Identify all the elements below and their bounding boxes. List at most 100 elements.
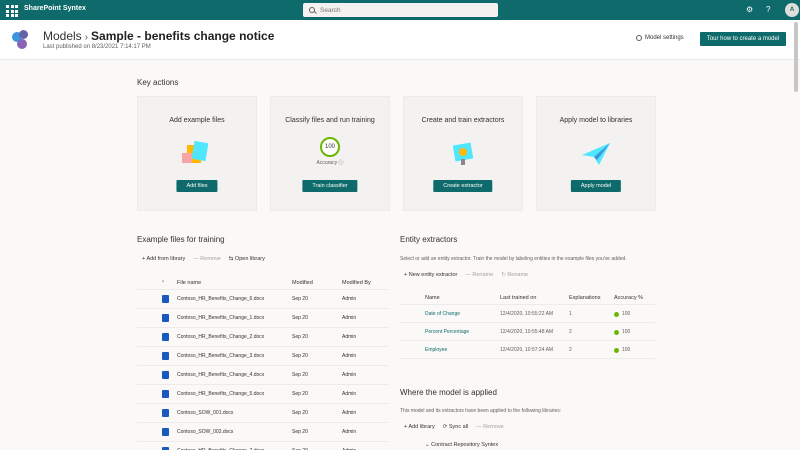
table-row[interactable]: Contoso_HR_Benefits_Change_6.docx Sep 20 A… — [137, 290, 389, 309]
file-name[interactable]: Contoso_HR_Benefits_Change_5.docx — [177, 391, 264, 397]
rename-button-2[interactable]: ↻ Rename — [501, 272, 528, 278]
file-modified: Sep 20 — [292, 353, 308, 359]
add-from-library-button[interactable]: + Add from library — [142, 256, 185, 262]
file-modified-by: Admin — [342, 391, 357, 397]
table-header: ▫ File name Modified Modified By — [137, 276, 389, 290]
open-library-button[interactable]: ⇆ Open library — [229, 256, 265, 262]
column-name[interactable]: Name — [425, 295, 440, 301]
library-group[interactable]: ⌄ Contract Repository Syntex — [425, 442, 498, 448]
extractor-name[interactable]: Percent Percentage — [425, 329, 469, 335]
remove-library-button[interactable]: — Remove — [476, 424, 504, 430]
sync-all-label: Sync all — [448, 424, 469, 430]
table-row[interactable]: Contoso_HR_Benefits_Change_3.docx Sep 20 A… — [137, 347, 389, 366]
card-train-classifier: Classify files and run training 100 Accu… — [270, 96, 390, 211]
question-icon[interactable]: ? — [766, 5, 770, 15]
table-row[interactable]: Date of Change 12/4/2020, 10:55:22 AM 1 100 — [400, 305, 655, 323]
column-modified[interactable]: Modified — [292, 280, 313, 286]
file-name[interactable]: Contoso_HR_Benefits_Change_4.docx — [177, 372, 264, 378]
model-settings-link[interactable]: Model settings — [636, 35, 684, 41]
file-name[interactable]: Contoso_SOW_001.docx — [177, 410, 233, 416]
card-title: Apply model to libraries — [559, 117, 633, 124]
file-modified: Sep 20 — [292, 429, 308, 435]
file-name[interactable]: Contoso_SOW_002.docx — [177, 429, 233, 435]
info-icon[interactable]: ⓘ — [338, 160, 343, 166]
column-accuracy[interactable]: Accuracy % — [614, 295, 643, 301]
rename-label-2: Rename — [507, 272, 529, 278]
table-header: Name Last trained on Explanations Accura… — [400, 290, 655, 305]
extractor-accuracy: 100 — [622, 311, 631, 317]
extractor-explanations: 2 — [569, 347, 572, 353]
file-modified-by: Admin — [342, 315, 357, 321]
table-row[interactable]: Contoso_HR_Benefits_Change_7.docxSep 20A… — [137, 442, 389, 450]
column-explanations[interactable]: Explanations — [569, 295, 601, 301]
avatar[interactable]: A — [785, 3, 799, 17]
extractor-name[interactable]: Date of Change — [425, 311, 460, 317]
chevron-right-icon: › — [84, 32, 89, 43]
table-row[interactable]: Contoso_SOW_001.docx Sep 20 Admin — [137, 404, 389, 423]
page-title: Sample - benefits change notice — [91, 29, 275, 43]
table-row[interactable]: Contoso_HR_Benefits_Change_2.docx Sep 20 A… — [137, 328, 389, 347]
accuracy-label: Accuracy ⓘ — [271, 159, 389, 166]
app-name[interactable]: SharePoint Syntex — [24, 5, 86, 12]
search-input[interactable] — [320, 6, 470, 14]
sync-all-button[interactable]: ⟳ Sync all — [443, 424, 468, 430]
extractor-name[interactable]: Employee — [425, 347, 447, 353]
table-row[interactable]: Contoso_HR_Benefits_Change_5.docx Sep 20 A… — [137, 385, 389, 404]
key-actions-title: Key actions — [137, 78, 179, 87]
file-modified: Sep 20 — [292, 372, 308, 378]
open-library-label: Open library — [234, 256, 265, 262]
extractor-last-trained: 12/4/2020, 10:57:24 AM — [500, 347, 554, 353]
column-last-trained[interactable]: Last trained on — [500, 295, 536, 301]
column-file-name[interactable]: File name — [177, 280, 201, 286]
extractor-accuracy: 100 — [622, 347, 631, 353]
file-modified: Sep 20 — [292, 410, 308, 416]
suite-bar: SharePoint Syntex ⚙ ? A — [0, 0, 800, 20]
word-file-icon — [162, 352, 169, 360]
file-name[interactable]: Contoso_HR_Benefits_Change_3.docx — [177, 353, 264, 359]
file-modified-by: Admin — [342, 410, 357, 416]
add-files-button[interactable]: Add files — [176, 180, 218, 192]
extractor-explanations: 1 — [569, 311, 572, 317]
where-applied-commands: + Add library ⟳ Sync all — Remove — [404, 424, 504, 430]
add-library-button[interactable]: + Add library — [404, 424, 435, 430]
remove-button[interactable]: — Remove — [193, 256, 221, 262]
extractor-last-trained: 12/4/2020, 10:55:48 AM — [500, 329, 554, 335]
card-title: Add example files — [169, 117, 225, 124]
create-extractor-button[interactable]: Create extractor — [433, 180, 493, 192]
last-published: Last published on 8/23/2021 7:14:17 PM — [43, 44, 151, 50]
scrollbar-thumb[interactable] — [794, 22, 798, 92]
file-type-column-icon: ▫ — [162, 279, 164, 285]
file-modified-by: Admin — [342, 296, 357, 302]
breadcrumb-models[interactable]: Models — [43, 29, 82, 43]
table-row[interactable]: Percent Percentage 12/4/2020, 10:55:48 AM… — [400, 323, 655, 341]
settings-icon — [636, 35, 642, 41]
table-row[interactable]: Contoso_HR_Benefits_Change_1.docx Sep 20 A… — [137, 309, 389, 328]
app-launcher-icon[interactable] — [4, 3, 18, 17]
new-entity-extractor-button[interactable]: + New entity extractor — [404, 272, 457, 278]
where-applied-description: This model and its extractors have been … — [400, 408, 562, 414]
remove-library-label: Remove — [483, 424, 504, 430]
card-add-files: Add example files Add files — [137, 96, 257, 211]
table-row[interactable]: Employee 12/4/2020, 10:57:24 AM 2 100 — [400, 341, 655, 359]
tour-button[interactable]: Tour how to create a model — [700, 32, 786, 46]
table-row[interactable]: Contoso_SOW_002.docx Sep 20 Admin — [137, 423, 389, 442]
column-modified-by[interactable]: Modified By — [342, 280, 371, 286]
word-file-icon — [162, 295, 169, 303]
apply-model-button[interactable]: Apply model — [570, 180, 622, 192]
train-classifier-button[interactable]: Train classifier — [302, 180, 358, 192]
accuracy-gauge: 100 — [320, 137, 340, 157]
file-name[interactable]: Contoso_HR_Benefits_Change_2.docx — [177, 334, 264, 340]
file-modified: Sep 20 — [292, 391, 308, 397]
paper-plane-icon — [582, 143, 610, 165]
search-box[interactable] — [303, 3, 498, 17]
entity-extractors-title: Entity extractors — [400, 235, 458, 244]
table-row[interactable]: Contoso_HR_Benefits_Change_4.docx Sep 20 A… — [137, 366, 389, 385]
file-name[interactable]: Contoso_HR_Benefits_Change_1.docx — [177, 315, 264, 321]
file-name[interactable]: Contoso_HR_Benefits_Change_6.docx — [177, 296, 264, 302]
entity-extractors-table: Name Last trained on Explanations Accura… — [400, 290, 655, 359]
new-entity-extractor-label: New entity extractor — [408, 272, 458, 278]
word-file-icon — [162, 428, 169, 436]
card-title: Classify files and run training — [285, 117, 375, 124]
rename-button[interactable]: — Rename — [465, 272, 493, 278]
gear-icon[interactable]: ⚙ — [746, 5, 753, 15]
